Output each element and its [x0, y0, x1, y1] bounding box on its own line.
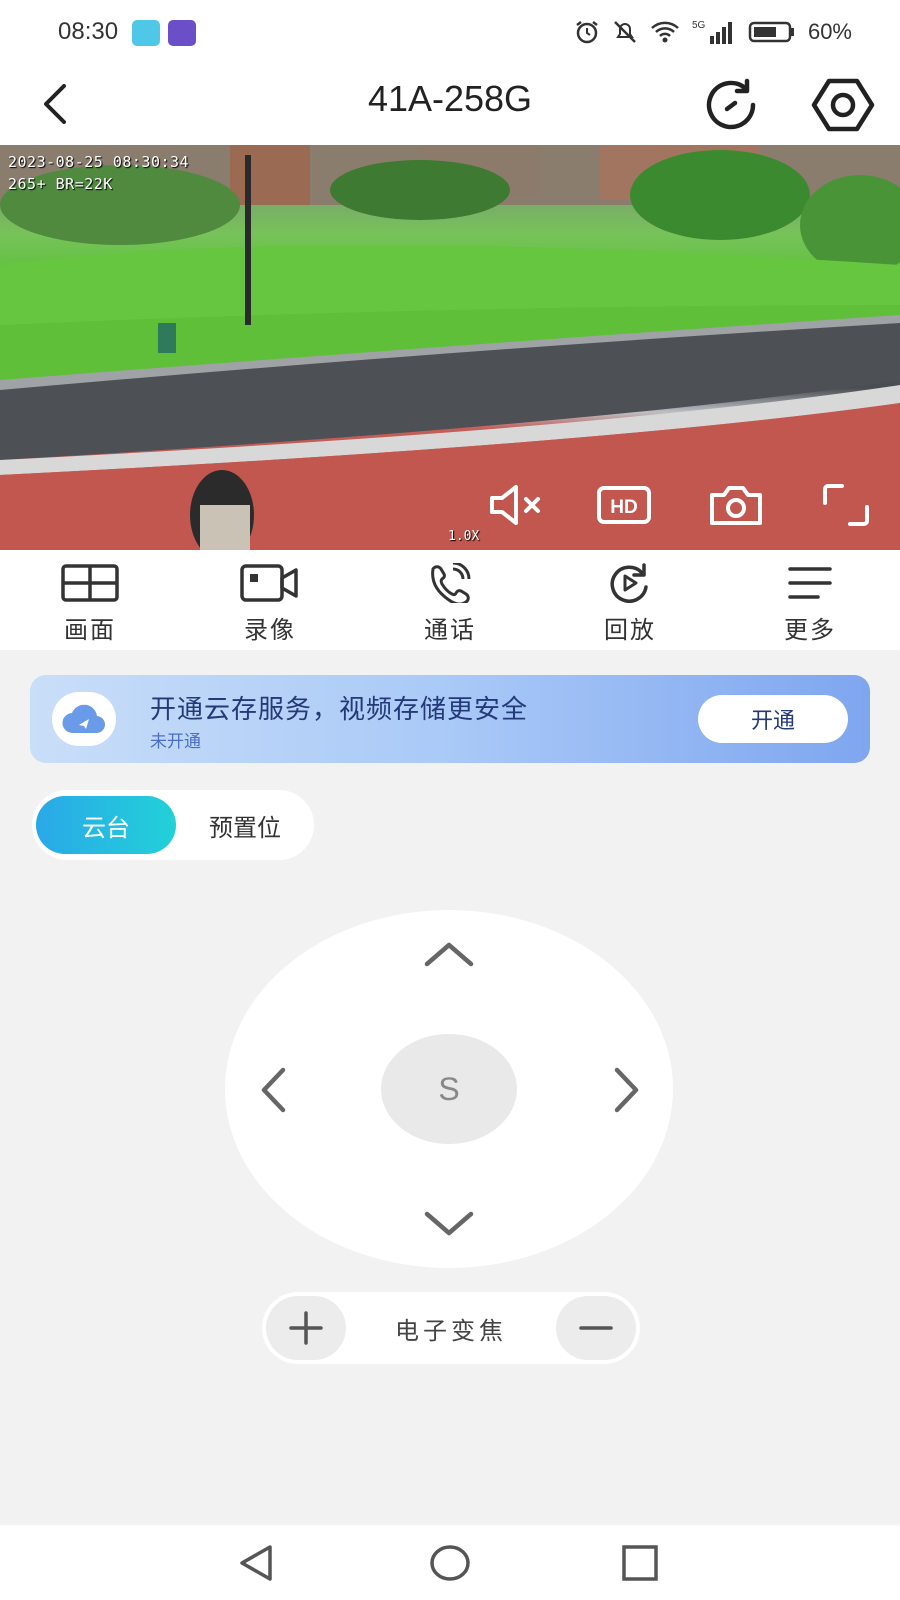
cloud-icon	[62, 704, 106, 734]
circle-home-icon	[430, 1545, 470, 1581]
ptz-center-button[interactable]: S	[381, 1034, 517, 1144]
promo-status: 未开通	[150, 732, 201, 752]
func-label: 通话	[424, 616, 476, 644]
system-navigation-bar	[0, 1525, 900, 1600]
tab-ptz[interactable]: 云台	[36, 796, 176, 854]
ptz-up-button[interactable]	[419, 932, 479, 976]
ptz-pad: S	[225, 910, 673, 1268]
signal-5g-icon: 5G	[692, 20, 732, 44]
chevron-down-icon	[424, 1211, 474, 1236]
camera-icon	[710, 486, 762, 525]
func-label: 回放	[604, 616, 656, 644]
header: 41A-258G	[0, 70, 900, 145]
cloud-storage-banner[interactable]: 开通云存服务，视频存储更安全 未开通 开通	[30, 675, 870, 763]
status-bar: 08:30 5G 60%	[0, 0, 900, 70]
control-mode-toggle: 云台 预置位	[32, 790, 314, 860]
video-codec: 265+ BR=22K	[8, 175, 113, 193]
video-timestamp: 2023-08-25 08:30:34	[8, 153, 190, 171]
func-label: 更多	[784, 616, 836, 644]
chevron-left-icon	[261, 1067, 286, 1113]
svg-text:5G: 5G	[692, 20, 706, 31]
settings-icon	[811, 78, 875, 132]
func-record[interactable]: 录像	[180, 550, 360, 650]
video-osd: 2023-08-25 08:30:34 265+ BR=22K	[8, 151, 189, 195]
hd-button[interactable]: HD	[592, 477, 656, 533]
plus-icon	[289, 1311, 323, 1345]
refresh-button[interactable]	[700, 72, 766, 138]
hd-icon: HD	[597, 486, 651, 524]
promo-title: 开通云存服务，视频存储更安全	[150, 695, 529, 725]
menu-icon	[788, 567, 832, 599]
nav-recents-button[interactable]	[610, 1533, 670, 1593]
digital-zoom-control: 电子变焦	[262, 1292, 640, 1364]
chevron-right-icon	[614, 1067, 639, 1113]
phone-icon	[431, 563, 471, 603]
battery-percent: 60%	[807, 19, 852, 44]
mute-icon	[614, 21, 636, 43]
snapshot-button[interactable]	[704, 477, 768, 533]
func-playback[interactable]: 回放	[540, 550, 720, 650]
speaker-mute-icon	[490, 485, 540, 525]
nav-back-button[interactable]	[226, 1533, 286, 1593]
ptz-down-button[interactable]	[419, 1202, 479, 1246]
cloud-icon-badge	[52, 692, 116, 746]
func-label: 录像	[244, 616, 296, 644]
live-video[interactable]: 2023-08-25 08:30:34 265+ BR=22K 1.0X HD	[0, 145, 900, 550]
fullscreen-button[interactable]	[814, 477, 878, 533]
refresh-icon	[706, 78, 756, 130]
video-record-icon	[240, 564, 298, 602]
tab-preset[interactable]: 预置位	[182, 796, 308, 854]
back-icon	[44, 84, 66, 124]
grid-icon	[61, 564, 119, 602]
battery-icon	[748, 21, 794, 43]
chevron-up-icon	[424, 942, 474, 967]
triangle-back-icon	[240, 1545, 272, 1581]
camera-app-notification-icon	[168, 20, 196, 46]
nav-home-button[interactable]	[420, 1533, 480, 1593]
settings-button[interactable]	[808, 72, 878, 138]
minus-icon	[579, 1326, 613, 1330]
fullscreen-icon	[823, 484, 869, 526]
wifi-icon	[651, 21, 679, 43]
ptz-right-button[interactable]	[605, 1060, 649, 1120]
func-more[interactable]: 更多	[720, 550, 900, 650]
zoom-out-button[interactable]	[556, 1296, 636, 1360]
app-notification-icon	[132, 20, 160, 46]
func-label: 画面	[64, 616, 116, 644]
zoom-in-button[interactable]	[266, 1296, 346, 1360]
function-bar: 画面 录像 通话 回放 更多	[0, 550, 900, 650]
video-zoom-level: 1.0X	[448, 529, 480, 544]
func-view-layout[interactable]: 画面	[0, 550, 180, 650]
back-button[interactable]	[32, 76, 80, 132]
square-recents-icon	[622, 1545, 658, 1581]
mute-button[interactable]	[484, 477, 548, 533]
svg-text:HD: HD	[610, 497, 637, 518]
zoom-label: 电子变焦	[395, 1316, 507, 1345]
func-talk[interactable]: 通话	[360, 550, 540, 650]
playback-icon	[610, 563, 648, 603]
activate-cloud-button[interactable]: 开通	[698, 695, 848, 743]
ptz-left-button[interactable]	[251, 1060, 295, 1120]
alarm-icon	[576, 21, 598, 44]
status-indicators: 5G 60%	[574, 18, 852, 46]
status-time: 08:30	[58, 18, 119, 45]
